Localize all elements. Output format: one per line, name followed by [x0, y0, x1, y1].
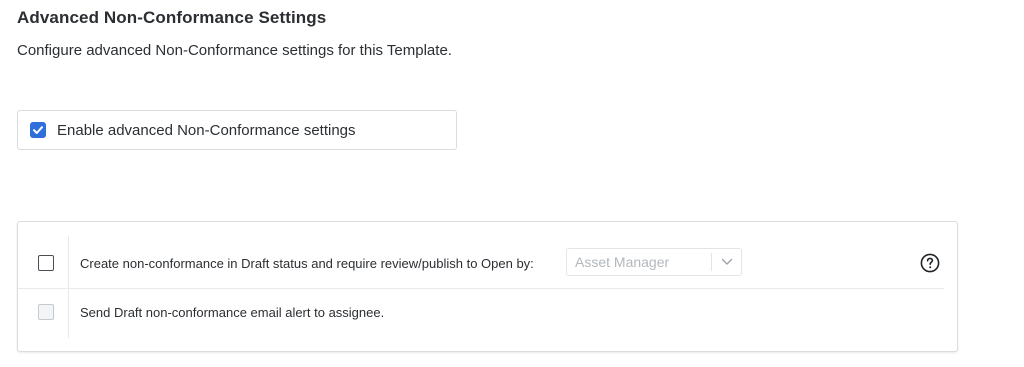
section-title: Advanced Non-Conformance Settings [17, 8, 327, 27]
draft-review-checkbox[interactable] [38, 255, 54, 271]
advanced-nc-settings-page: Advanced Non-Conformance Settings Config… [0, 0, 1024, 367]
enable-checkbox[interactable] [30, 122, 46, 138]
review-role-select-value: Asset Manager [575, 254, 670, 270]
draft-email-label: Send Draft non-conformance email alert t… [80, 305, 385, 320]
review-role-select[interactable]: Asset Manager [566, 248, 742, 276]
column-divider [68, 236, 69, 338]
draft-email-checkbox [38, 304, 54, 320]
enable-advanced-settings-toggle[interactable]: Enable advanced Non-Conformance settings [17, 110, 457, 150]
checkmark-icon [33, 126, 43, 134]
enable-checkbox-label: Enable advanced Non-Conformance settings [57, 121, 356, 139]
chevron-down-icon[interactable] [712, 249, 741, 275]
row-divider [18, 288, 944, 289]
advanced-options-panel: Create non-conformance in Draft status a… [17, 221, 958, 352]
draft-review-label: Create non-conformance in Draft status a… [80, 256, 534, 271]
section-description: Configure advanced Non-Conformance setti… [17, 42, 452, 59]
help-circle-icon[interactable] [920, 253, 940, 273]
